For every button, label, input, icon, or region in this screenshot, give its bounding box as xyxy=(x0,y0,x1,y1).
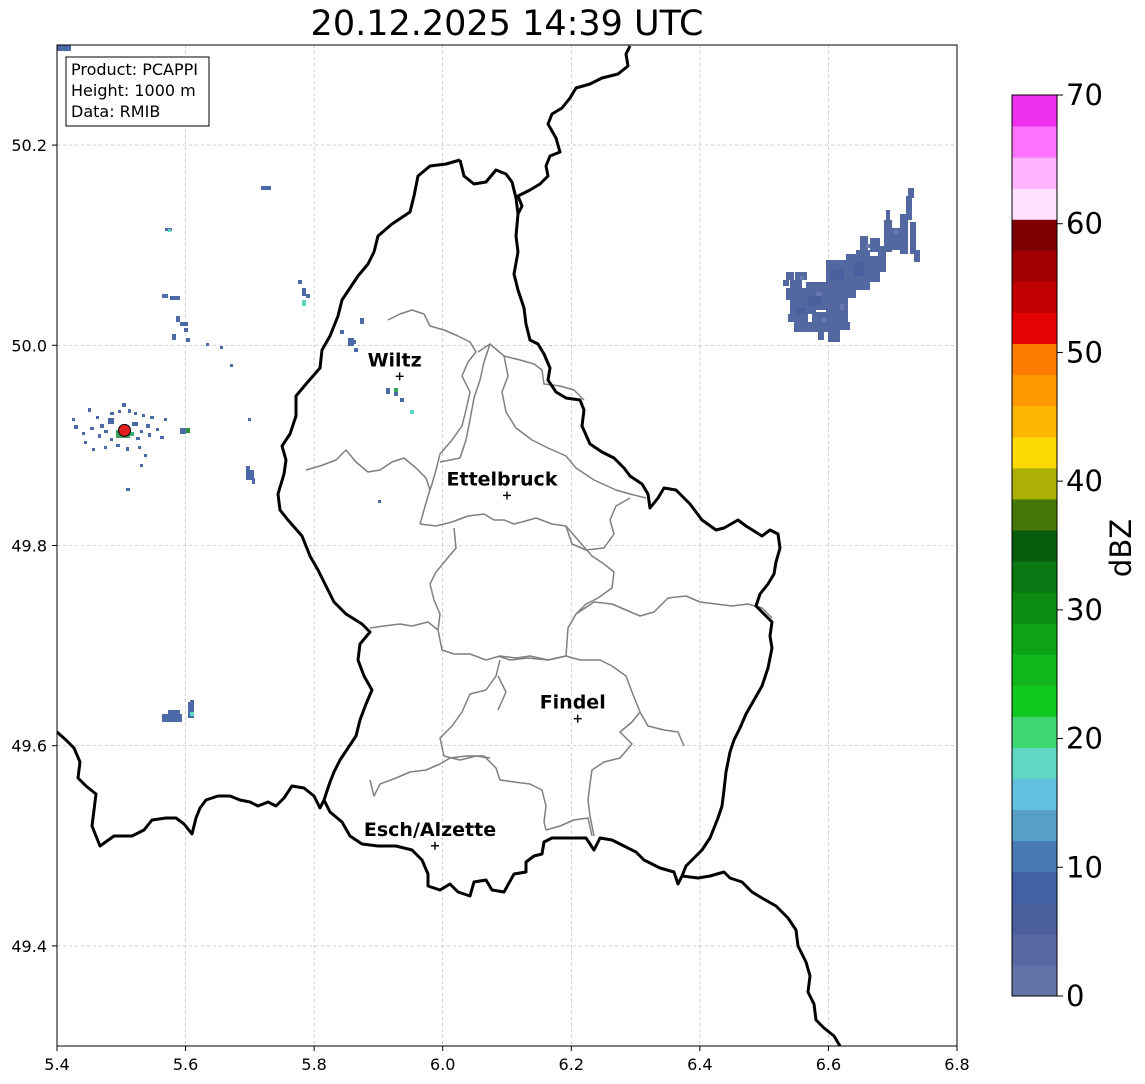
colorbar-segment xyxy=(1012,343,1057,376)
colorbar-segment xyxy=(1012,219,1057,251)
y-tick-label: 49.8 xyxy=(11,537,47,556)
colorbar-segment xyxy=(1012,809,1057,842)
colorbar-segment xyxy=(1012,157,1057,189)
colorbar-label: dBZ xyxy=(1104,519,1138,577)
city-label: Esch/Alzette xyxy=(364,819,496,841)
colorbar-segment xyxy=(1012,778,1057,811)
colorbar-segment xyxy=(1012,405,1057,438)
colorbar-segment xyxy=(1012,95,1057,127)
x-tick-label: 6.8 xyxy=(944,1055,969,1074)
y-axis-ticks: 49.4 49.6 49.8 50.0 50.2 xyxy=(11,136,57,956)
colorbar-segment xyxy=(1012,126,1057,158)
x-tick-label: 5.6 xyxy=(173,1055,198,1074)
radar-map-figure: Wiltz Ettelbruck Findel Esch/Alzette 5.4 5.6… xyxy=(11,44,1138,1074)
info-data-source: Data: RMIB xyxy=(71,102,160,121)
colorbar-tick-label: 40 xyxy=(1066,464,1103,498)
info-product: Product: PCAPPI xyxy=(71,60,198,79)
colorbar-tick-label: 10 xyxy=(1066,850,1103,884)
city-label: Ettelbruck xyxy=(447,468,558,490)
colorbar-tick-label: 30 xyxy=(1066,593,1103,627)
colorbar-segment xyxy=(1012,685,1057,717)
colorbar-segment xyxy=(1012,374,1057,407)
x-tick-label: 6.2 xyxy=(559,1055,584,1074)
info-height: Height: 1000 m xyxy=(71,81,196,100)
info-box: Product: PCAPPI Height: 1000 m Data: RMI… xyxy=(65,56,210,127)
colorbar-tick-label: 70 xyxy=(1066,78,1103,112)
colorbar-segment xyxy=(1012,312,1057,345)
colorbar-tick-label: 50 xyxy=(1066,335,1103,369)
x-tick-label: 6.4 xyxy=(687,1055,712,1074)
colorbar-segment xyxy=(1012,654,1057,686)
colorbar-segment xyxy=(1012,623,1057,655)
x-tick-label: 5.4 xyxy=(44,1055,69,1074)
colorbar-segment xyxy=(1012,902,1057,935)
city-label: Wiltz xyxy=(368,349,422,371)
x-tick-label: 5.8 xyxy=(301,1055,326,1074)
colorbar-segment xyxy=(1012,281,1057,313)
colorbar-segment xyxy=(1012,498,1057,531)
colorbar-segment xyxy=(1012,933,1057,966)
colorbar-segment xyxy=(1012,188,1057,220)
colorbar-tick-label: 60 xyxy=(1066,207,1103,241)
colorbar-segment xyxy=(1012,561,1057,593)
colorbar-segment xyxy=(1012,467,1057,500)
city-label: Findel xyxy=(540,692,606,714)
y-tick-label: 50.0 xyxy=(11,336,47,355)
colorbar: 0 10 20 30 40 50 60 70 xyxy=(1011,78,1103,1013)
radar-site-marker xyxy=(118,423,131,437)
colorbar-segment xyxy=(1012,871,1057,904)
colorbar-tick-label: 0 xyxy=(1066,979,1084,1013)
colorbar-tick-label: 20 xyxy=(1066,722,1103,756)
colorbar-segment xyxy=(1012,747,1057,780)
y-tick-label: 50.2 xyxy=(11,136,47,155)
colorbar-segment xyxy=(1012,250,1057,282)
x-tick-label: 6.6 xyxy=(816,1055,841,1074)
colorbar-segment xyxy=(1012,592,1057,624)
colorbar-segment xyxy=(1012,716,1057,748)
colorbar-segment xyxy=(1012,964,1057,997)
x-tick-label: 6.0 xyxy=(430,1055,455,1074)
colorbar-segment xyxy=(1012,529,1057,562)
radar-echo-corner xyxy=(57,45,71,51)
colorbar-segment xyxy=(1012,840,1057,873)
x-axis-ticks: 5.4 5.6 5.8 6.0 6.2 6.4 6.6 6.8 xyxy=(44,1046,970,1074)
colorbar-segment xyxy=(1012,436,1057,469)
y-tick-label: 49.4 xyxy=(11,937,47,956)
y-tick-label: 49.6 xyxy=(11,737,47,756)
